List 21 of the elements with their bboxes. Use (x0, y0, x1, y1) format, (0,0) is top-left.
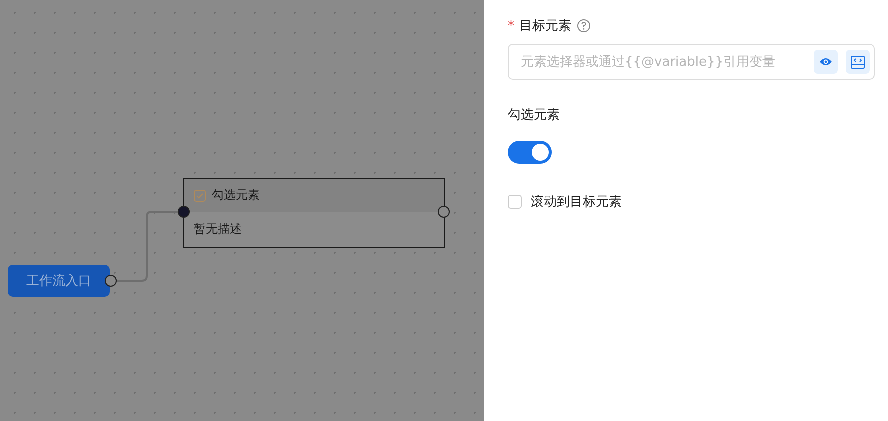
output-port[interactable] (105, 275, 117, 287)
output-port[interactable] (438, 206, 450, 218)
input-port[interactable] (178, 206, 190, 218)
code-button[interactable] (846, 50, 870, 74)
screen-code-icon (851, 56, 865, 68)
selector-field[interactable]: 元素选择器或通过{{@variable}}引用变量 (508, 44, 875, 80)
checkbox[interactable] (508, 195, 522, 209)
toggle-label: 勾选元素 (508, 107, 561, 124)
node-description: 暂无描述 (194, 222, 242, 236)
field-label: 目标元素 (520, 18, 572, 35)
checkbox-icon (194, 190, 206, 202)
checkbox-label: 滚动到目标元素 (531, 194, 622, 211)
preview-button[interactable] (814, 50, 838, 74)
entry-node[interactable]: 工作流入口 (8, 265, 110, 297)
toggle-switch[interactable] (508, 141, 552, 164)
eye-icon (819, 57, 833, 67)
required-mark: * (508, 18, 514, 34)
help-icon[interactable] (576, 19, 590, 33)
action-node[interactable]: 勾选元素 暂无描述 (183, 178, 445, 248)
connector-line (116, 211, 178, 282)
node-title: 勾选元素 (212, 187, 260, 204)
